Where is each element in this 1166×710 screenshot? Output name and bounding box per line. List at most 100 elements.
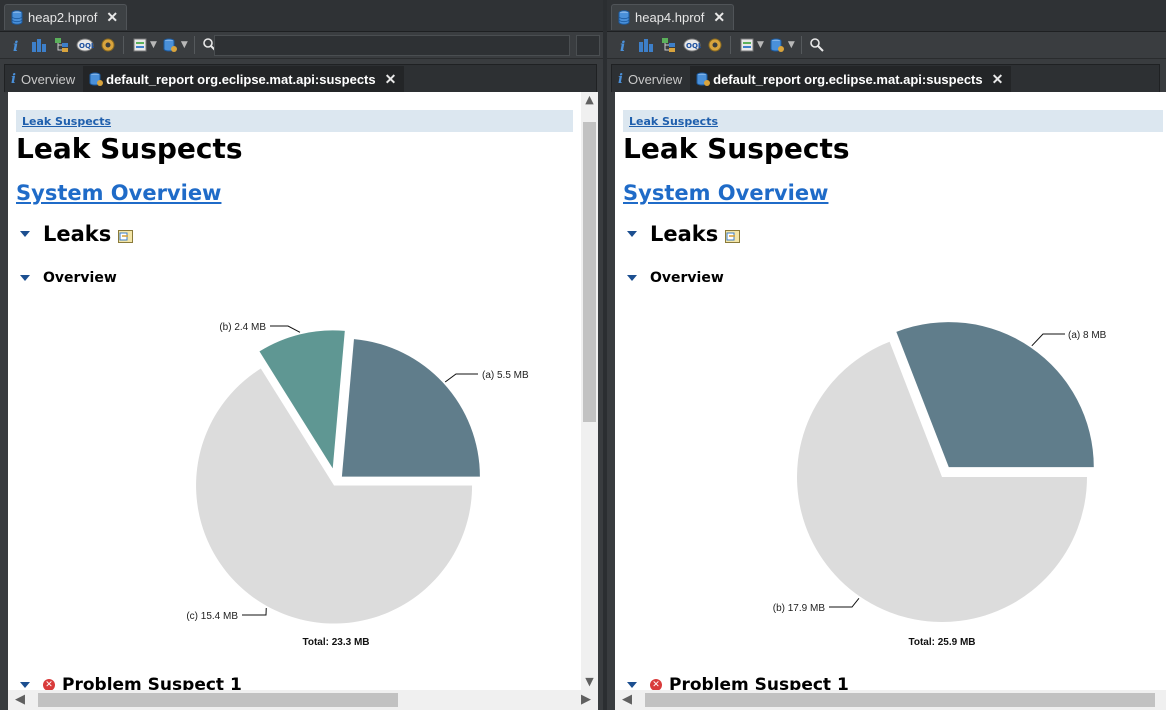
database-icon [618, 10, 630, 25]
expand-triangle-icon[interactable] [20, 275, 30, 281]
toolbar-field[interactable] [214, 35, 570, 56]
query-browser-icon[interactable] [161, 36, 180, 55]
pie-leader-line [270, 325, 301, 333]
pie-chart: (a) 8 MB (b) 17.9 MB Total: 25.9 MB [773, 322, 1107, 648]
scrollbar-thumb[interactable] [645, 693, 1155, 707]
oql-icon[interactable]: OQL [682, 36, 701, 55]
svg-text:OQL: OQL [686, 42, 701, 50]
close-icon[interactable]: ✕ [713, 9, 725, 26]
scroll-right-icon[interactable]: ▶ [576, 690, 596, 710]
scroll-left-icon[interactable]: ◀ [10, 690, 30, 710]
toolbar-separator [730, 36, 731, 54]
overview-section-header[interactable]: Overview [623, 270, 724, 286]
expand-triangle-icon[interactable] [20, 682, 30, 688]
histogram-icon[interactable] [29, 36, 48, 55]
tab-default-report[interactable]: default_report org.eclipse.mat.api:suspe… [690, 66, 1012, 92]
pie-slice-label: (a) 8 MB [1068, 330, 1107, 341]
chevron-down-icon[interactable]: ▼ [150, 40, 157, 50]
toolbar: i OQL ▼ ▼ [0, 32, 603, 59]
problem-suspect-heading: Problem Suspect 1 [62, 675, 242, 690]
pie-slice-label: (a) 5.5 MB [482, 370, 529, 381]
scroll-down-icon[interactable]: ▼ [581, 674, 598, 690]
toolbar-separator [800, 36, 802, 54]
toolbar-field-small[interactable] [576, 35, 600, 56]
tab-overview[interactable]: i Overview [612, 66, 690, 92]
svg-text:i: i [13, 39, 18, 53]
dominator-tree-icon[interactable] [659, 36, 678, 55]
close-icon[interactable]: ✕ [385, 71, 397, 88]
scroll-up-icon[interactable]: ▲ [581, 92, 598, 108]
chevron-down-icon[interactable]: ▼ [788, 40, 795, 50]
system-overview-link[interactable]: System Overview [623, 181, 828, 205]
close-icon[interactable]: ✕ [106, 9, 118, 26]
heap-dump-overview-icon[interactable] [737, 36, 756, 55]
report-content: Leak Suspects Leak Suspects System Overv… [615, 92, 1166, 710]
tab-default-report[interactable]: default_report org.eclipse.mat.api:suspe… [83, 66, 405, 92]
toolbar-separator [123, 36, 124, 54]
tab-report-label: default_report org.eclipse.mat.api:suspe… [106, 71, 376, 87]
file-tab-heap4[interactable]: heap4.hprof ✕ [611, 4, 735, 30]
expand-triangle-icon[interactable] [627, 275, 637, 281]
page-title: Leak Suspects [16, 132, 243, 165]
breadcrumb-link-leak-suspects[interactable]: Leak Suspects [629, 115, 718, 128]
pie-slice-label: (b) 2.4 MB [219, 322, 266, 333]
chevron-down-icon[interactable]: ▼ [757, 40, 764, 50]
expand-triangle-icon[interactable] [20, 231, 30, 237]
tab-overview-label: Overview [627, 71, 683, 87]
note-icon[interactable] [118, 228, 134, 243]
expand-triangle-icon[interactable] [627, 231, 637, 237]
search-icon[interactable] [808, 36, 827, 55]
leaks-heading: Leaks [43, 222, 112, 246]
scrollbar-thumb[interactable] [583, 122, 596, 422]
pie-total-label: Total: 23.3 MB [302, 637, 369, 648]
pie-slice-a [341, 339, 480, 477]
tab-report-label: default_report org.eclipse.mat.api:suspe… [713, 71, 983, 87]
info-icon[interactable]: i [613, 36, 632, 55]
oql-icon[interactable]: OQL [75, 36, 94, 55]
close-icon[interactable]: ✕ [992, 71, 1004, 88]
info-icon[interactable]: i [6, 36, 25, 55]
view-tab-bar: i Overview default_report org.eclipse.ma… [4, 64, 597, 92]
note-icon[interactable] [725, 228, 741, 243]
editor-tab-bar: heap4.hprof ✕ [607, 0, 1166, 32]
problem-suspect-header[interactable]: ✕ Problem Suspect 1 [16, 675, 242, 690]
toolbar-separator [193, 36, 195, 54]
pie-leader-line [242, 607, 267, 616]
gear-icon[interactable] [705, 36, 724, 55]
right-editor-pane: heap4.hprof ✕ i OQL ▼ ▼ i Overview defau… [607, 0, 1166, 710]
overview-heading: Overview [650, 270, 724, 286]
editor-tab-bar: heap2.hprof ✕ [0, 0, 603, 32]
file-tab-label: heap4.hprof [635, 10, 705, 25]
system-overview-link[interactable]: System Overview [16, 181, 221, 205]
vertical-scrollbar[interactable]: ▲ ▼ [581, 92, 598, 690]
horizontal-scrollbar[interactable]: ◀ [615, 690, 1166, 710]
breadcrumb: Leak Suspects [16, 110, 573, 132]
heap-dump-overview-icon[interactable] [130, 36, 149, 55]
tab-overview-label: Overview [20, 71, 76, 87]
view-tab-bar: i Overview default_report org.eclipse.ma… [611, 64, 1160, 92]
breadcrumb-link-leak-suspects[interactable]: Leak Suspects [22, 115, 111, 128]
leaks-section-header[interactable]: Leaks [623, 222, 741, 246]
pie-slice-label: (c) 15.4 MB [186, 611, 238, 622]
pie-slice-label: (b) 17.9 MB [773, 603, 826, 614]
scroll-left-icon[interactable]: ◀ [617, 690, 637, 710]
horizontal-scrollbar[interactable]: ◀ ▶ [8, 690, 598, 710]
overview-section-header[interactable]: Overview [16, 270, 117, 286]
scrollbar-thumb[interactable] [38, 693, 398, 707]
chevron-down-icon[interactable]: ▼ [181, 40, 188, 50]
dominator-tree-icon[interactable] [52, 36, 71, 55]
query-browser-icon[interactable] [768, 36, 787, 55]
histogram-icon[interactable] [636, 36, 655, 55]
gear-icon[interactable] [98, 36, 117, 55]
database-icon [11, 10, 23, 25]
expand-triangle-icon[interactable] [627, 682, 637, 688]
breadcrumb: Leak Suspects [623, 110, 1163, 132]
svg-text:OQL: OQL [79, 42, 94, 50]
report-content: Leak Suspects Leak Suspects System Overv… [8, 92, 581, 690]
toolbar: i OQL ▼ ▼ [607, 32, 1166, 59]
file-tab-label: heap2.hprof [28, 10, 98, 25]
file-tab-heap2[interactable]: heap2.hprof ✕ [4, 4, 128, 30]
leaks-section-header[interactable]: Leaks [16, 222, 134, 246]
pie-chart: (a) 5.5 MB (b) 2.4 MB (c) 15.4 MB Total: 23… [186, 322, 529, 648]
tab-overview[interactable]: i Overview [5, 66, 83, 92]
